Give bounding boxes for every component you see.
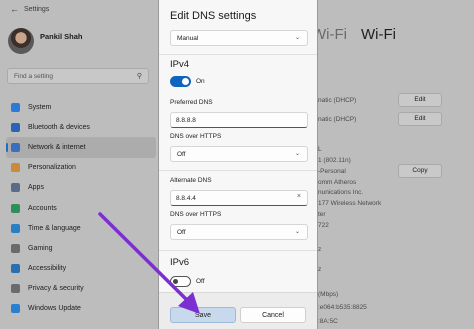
preferred-dns-https-label: DNS over HTTPS (170, 133, 222, 140)
alternate-dns-label: Alternate DNS (170, 177, 212, 184)
sidebar-item-label: Bluetooth & devices (28, 123, 90, 131)
sidebar-nav: System Bluetooth & devices Network & inter… (6, 97, 156, 319)
sidebar-item-label: Windows Update (28, 305, 81, 313)
person-icon (11, 203, 20, 213)
dialog-title: Edit DNS settings (170, 10, 257, 22)
property-value: natic (DHCP) (318, 97, 357, 104)
search-placeholder: Find a setting (14, 73, 54, 80)
edit-dns-dialog: Edit DNS settings Manual ⌄ IPv4 On Prefe… (158, 0, 318, 329)
sidebar-item-label: Time & language (28, 224, 81, 232)
accessibility-icon (11, 264, 20, 274)
edit-button[interactable]: Edit (398, 112, 442, 126)
globe-clock-icon (11, 223, 20, 233)
sidebar-item-label: Accessibility (28, 265, 67, 273)
property-value: 177 Wireless Network (318, 200, 382, 207)
sidebar-item-system[interactable]: System (6, 97, 156, 117)
search-icon: ⚲ (136, 73, 142, 80)
avatar (8, 28, 34, 54)
user-profile[interactable]: Pankil Shah (8, 28, 83, 54)
chevron-down-icon: ⌄ (294, 35, 300, 41)
refresh-icon (11, 304, 20, 314)
profile-name: Pankil Shah (40, 31, 83, 41)
controller-icon (11, 243, 20, 253)
alternate-dns-https-label: DNS over HTTPS (170, 211, 222, 218)
property-value: ter (318, 211, 326, 218)
save-button[interactable]: Save (170, 307, 236, 323)
sidebar-item-label: Apps (28, 184, 44, 192)
shield-icon (11, 284, 20, 294)
dialog-footer: Save Cancel (159, 292, 317, 329)
property-value: omm Atheros (318, 179, 357, 186)
ipv4-toggle[interactable] (170, 76, 191, 87)
brush-icon (11, 163, 20, 173)
bluetooth-icon (11, 122, 20, 132)
property-value: z (318, 246, 322, 253)
alternate-dns-value: 8.8.4.4 (176, 195, 196, 202)
property-value: (Mbps) (318, 291, 339, 298)
ipv4-toggle-state: On (196, 78, 205, 85)
alternate-dns-https-dropdown[interactable]: Off ⌄ (170, 224, 308, 240)
property-value: L (318, 146, 322, 153)
sidebar-item-label: Network & internet (28, 143, 86, 151)
dns-mode-dropdown[interactable]: Manual ⌄ (170, 30, 308, 46)
ipv4-heading: IPv4 (170, 59, 190, 70)
sidebar-item-time-language[interactable]: Time & language (6, 218, 156, 238)
divider (159, 170, 317, 171)
sidebar-item-apps[interactable]: Apps (6, 178, 156, 198)
sidebar-item-accounts[interactable]: Accounts (6, 198, 156, 218)
sidebar-item-label: Gaming (28, 244, 53, 252)
sidebar-item-accessibility[interactable]: Accessibility (6, 259, 156, 279)
preferred-dns-input[interactable]: 8.8.8.8 (170, 112, 308, 128)
sidebar-item-personalization[interactable]: Personalization (6, 158, 156, 178)
sidebar-item-label: System (28, 103, 52, 111)
alternate-dns-input[interactable]: 8.8.4.4 × (170, 190, 308, 206)
divider (159, 250, 317, 251)
preferred-dns-label: Preferred DNS (170, 99, 213, 106)
ipv6-toggle-state: Off (196, 278, 205, 285)
sidebar-item-label: Privacy & security (28, 285, 84, 293)
clear-icon[interactable]: × (297, 193, 301, 200)
property-value: nunications Inc. (318, 189, 364, 196)
sidebar-item-gaming[interactable]: Gaming (6, 238, 156, 258)
search-input[interactable]: Find a setting ⚲ (7, 68, 149, 84)
property-value: -Personal (318, 168, 346, 175)
window-titlebar: ← Settings (10, 4, 49, 14)
sidebar-item-label: Accounts (28, 204, 57, 212)
divider (159, 54, 317, 55)
property-value: 722 (318, 222, 329, 229)
edit-button[interactable]: Edit (398, 93, 442, 107)
window-title: Settings (24, 5, 50, 13)
cancel-button[interactable]: Cancel (240, 307, 306, 323)
copy-button[interactable]: Copy (398, 164, 442, 178)
preferred-dns-https-dropdown[interactable]: Off ⌄ (170, 146, 308, 162)
preferred-dns-value: 8.8.8.8 (176, 117, 196, 124)
wifi-icon (11, 142, 20, 152)
sidebar-item-privacy-security[interactable]: Privacy & security (6, 279, 156, 299)
dns-mode-value: Manual (177, 35, 199, 42)
property-value: natic (DHCP) (318, 116, 357, 123)
ipv6-heading: IPv6 (170, 257, 190, 268)
sidebar-item-network-internet[interactable]: Network & internet (6, 137, 156, 158)
back-arrow-icon[interactable]: ← (10, 4, 19, 14)
preferred-dns-https-value: Off (177, 151, 186, 158)
property-value: :e064:b535:8825 (318, 304, 367, 311)
sidebar-item-label: Personalization (28, 164, 76, 172)
sidebar-item-windows-update[interactable]: Windows Update (6, 299, 156, 319)
chevron-down-icon: ⌄ (294, 151, 300, 157)
apps-icon (11, 183, 20, 193)
property-value: :8A:5C (318, 318, 338, 325)
sidebar-item-bluetooth-devices[interactable]: Bluetooth & devices (6, 117, 156, 137)
alternate-dns-https-value: Off (177, 229, 186, 236)
property-value: 1 (802.11n) (318, 157, 351, 164)
monitor-icon (11, 102, 20, 112)
property-value: z (318, 266, 322, 273)
page-title: Wi-Fi (361, 26, 396, 43)
ipv6-toggle[interactable] (170, 276, 191, 287)
chevron-down-icon: ⌄ (294, 229, 300, 235)
